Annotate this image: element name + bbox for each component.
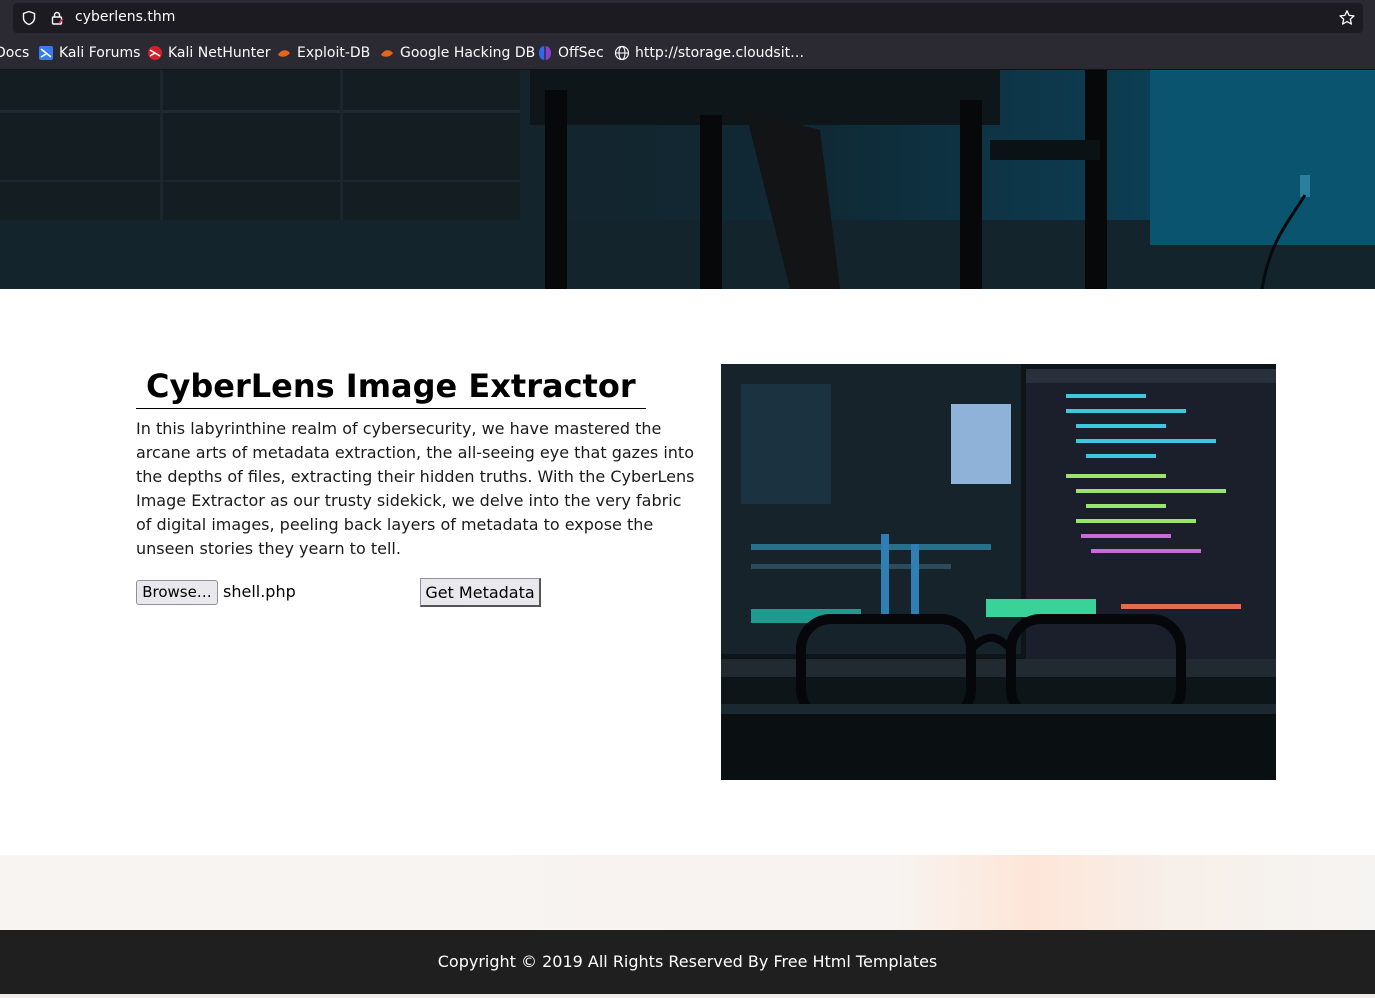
bookmark-label: Kali Forums — [59, 45, 141, 61]
bottom-strip — [0, 994, 1375, 998]
bookmark-label: Kali NetHunter — [168, 45, 271, 61]
offsec-icon — [539, 46, 551, 60]
bookmark-exploit-db[interactable]: Exploit-DB — [276, 45, 370, 61]
address-bar[interactable]: cyberlens.thm — [13, 3, 1363, 33]
bookmarks-toolbar: Docs Kali Forums Kali NetHunter Exploit-… — [0, 37, 1375, 70]
bookmark-kali-nethunter[interactable]: Kali NetHunter — [147, 45, 270, 61]
bookmark-label: Exploit-DB — [297, 45, 371, 61]
bookmark-label: Google Hacking DB — [400, 45, 536, 61]
code-screen-image — [721, 364, 1276, 780]
hero-scene-image — [0, 70, 1375, 289]
bookmark-offsec[interactable]: OffSec — [537, 45, 604, 61]
bookmark-docs[interactable]: Docs — [0, 45, 29, 61]
nethunter-icon — [148, 46, 162, 60]
page-description: In this labyrinthine realm of cybersecur… — [136, 419, 695, 558]
bookmark-label: http://storage.cloudsit… — [635, 45, 805, 61]
selected-file-name: shell.php — [223, 582, 296, 601]
kali-icon — [39, 46, 53, 60]
browser-toolbar: cyberlens.thm — [0, 0, 1375, 37]
exploitdb-icon — [278, 50, 290, 57]
hero-banner-image — [0, 70, 1375, 289]
exploitdb-icon — [381, 50, 393, 57]
get-metadata-button[interactable]: Get Metadata — [420, 578, 541, 607]
copyright-text: Copyright © 2019 All Rights Reserved By … — [437, 952, 938, 971]
glasses-on-desk-image — [721, 364, 1276, 780]
bookmark-google-hacking-db[interactable]: Google Hacking DB — [379, 45, 535, 61]
bookmark-kali-forums[interactable]: Kali Forums — [38, 45, 140, 61]
bookmark-label: OffSec — [558, 45, 604, 61]
url-text[interactable]: cyberlens.thm — [75, 9, 175, 25]
footer: Copyright © 2019 All Rights Reserved By … — [0, 930, 1375, 994]
bookmark-star-icon[interactable] — [1338, 9, 1356, 27]
bookmark-storage-cloudsite[interactable]: http://storage.cloudsit… — [614, 45, 804, 61]
lock-icon[interactable] — [49, 10, 65, 26]
shield-icon[interactable] — [21, 10, 37, 26]
page-title: CyberLens Image Extractor — [136, 364, 646, 409]
info-band-background — [0, 855, 1375, 930]
globe-icon — [614, 45, 630, 61]
browse-file-button[interactable]: Browse… — [136, 580, 218, 605]
bookmark-label: Docs — [0, 45, 30, 61]
